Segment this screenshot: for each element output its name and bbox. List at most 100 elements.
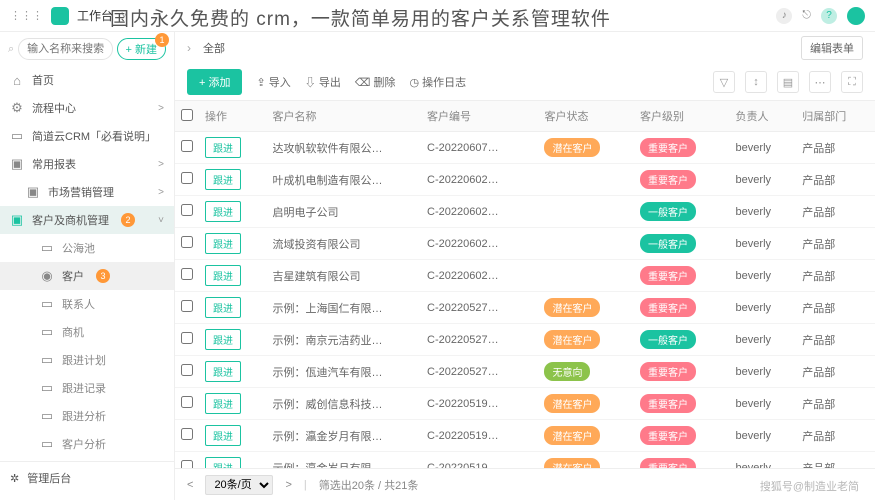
cell-code: C-20220519…: [421, 420, 538, 452]
follow-button[interactable]: 跟进: [205, 201, 241, 222]
cell-dept[interactable]: 产品部: [796, 260, 875, 292]
sidebar-item[interactable]: ⚙流程中心>: [0, 94, 174, 122]
row-checkbox[interactable]: [181, 332, 193, 344]
cell-owner[interactable]: beverly: [730, 420, 797, 452]
sidebar-item[interactable]: ▭商机分析: [0, 458, 174, 461]
bell-icon[interactable]: ♪: [776, 8, 792, 24]
sort-icon[interactable]: ↕: [745, 71, 767, 93]
help-icon[interactable]: ?: [821, 8, 837, 24]
table-row[interactable]: 跟进 叶成机电制造有限公… C-20220602… 重要客户 beverly 产…: [175, 164, 875, 196]
cell-dept[interactable]: 产品部: [796, 132, 875, 164]
delete-button[interactable]: ⌫ 删除: [355, 74, 396, 90]
fullscreen-icon[interactable]: ⛶: [841, 71, 863, 93]
follow-button[interactable]: 跟进: [205, 425, 241, 446]
edit-form-button[interactable]: 编辑表单: [801, 36, 863, 60]
table-row[interactable]: 跟进 吉星建筑有限公司 C-20220602… 重要客户 beverly 产品部: [175, 260, 875, 292]
row-checkbox[interactable]: [181, 300, 193, 312]
cell-dept[interactable]: 产品部: [796, 388, 875, 420]
log-button[interactable]: ◷ 操作日志: [409, 74, 466, 90]
link-icon[interactable]: ⎋: [802, 9, 811, 22]
sidebar-search-input[interactable]: [18, 38, 112, 60]
cell-code: C-20220602…: [421, 196, 538, 228]
cell-owner[interactable]: beverly: [730, 292, 797, 324]
cell-owner[interactable]: beverly: [730, 132, 797, 164]
sidebar-item[interactable]: ▭联系人: [0, 290, 174, 318]
follow-button[interactable]: 跟进: [205, 457, 241, 468]
row-checkbox[interactable]: [181, 364, 193, 376]
cell-dept[interactable]: 产品部: [796, 196, 875, 228]
add-button[interactable]: + 添加: [187, 69, 242, 95]
new-button[interactable]: + 新建 1: [117, 38, 166, 60]
sidebar-item[interactable]: ▭简道云CRM「必看说明」: [0, 122, 174, 150]
sidebar-item[interactable]: ▭跟进分析: [0, 402, 174, 430]
follow-button[interactable]: 跟进: [205, 137, 241, 158]
follow-button[interactable]: 跟进: [205, 329, 241, 350]
cell-dept[interactable]: 产品部: [796, 164, 875, 196]
sidebar-item[interactable]: ▭公海池: [0, 234, 174, 262]
row-checkbox[interactable]: [181, 428, 193, 440]
pager-prev[interactable]: <: [187, 479, 193, 491]
table-row[interactable]: 跟进 示例：佤迪汽车有限… C-20220527… 无意向 重要客户 bever…: [175, 356, 875, 388]
folder-icon: ▭: [40, 437, 54, 451]
table-row[interactable]: 跟进 示例：南京元洁药业… C-20220527… 潜在客户 一般客户 beve…: [175, 324, 875, 356]
table-row[interactable]: 跟进 示例：威创信息科技… C-20220519… 潜在客户 重要客户 beve…: [175, 388, 875, 420]
sidebar-item[interactable]: ▣常用报表>: [0, 150, 174, 178]
follow-button[interactable]: 跟进: [205, 297, 241, 318]
apps-icon[interactable]: ⋮⋮⋮: [10, 9, 43, 22]
import-button[interactable]: ⇪ 导入: [256, 74, 290, 90]
table-row[interactable]: 跟进 示例：瀛金岁月有限… C-20220519… 潜在客户 重要客户 beve…: [175, 452, 875, 469]
workspace-label[interactable]: 工作台: [77, 7, 113, 24]
sidebar-item[interactable]: ▣市场营销管理>: [0, 178, 174, 206]
cell-dept[interactable]: 产品部: [796, 356, 875, 388]
cell-status: 潜在客户: [538, 324, 634, 356]
sidebar-item[interactable]: ▭商机: [0, 318, 174, 346]
cell-owner[interactable]: beverly: [730, 324, 797, 356]
sidebar-item[interactable]: ▭跟进计划: [0, 346, 174, 374]
tab-all[interactable]: 全部: [203, 40, 225, 56]
cell-dept[interactable]: 产品部: [796, 228, 875, 260]
follow-button[interactable]: 跟进: [205, 361, 241, 382]
columns-icon[interactable]: ▤: [777, 71, 799, 93]
row-checkbox[interactable]: [181, 172, 193, 184]
cell-dept[interactable]: 产品部: [796, 292, 875, 324]
select-all-checkbox[interactable]: [181, 109, 193, 121]
pager-next[interactable]: >: [285, 479, 291, 491]
more-icon[interactable]: ⋯: [809, 71, 831, 93]
follow-button[interactable]: 跟进: [205, 233, 241, 254]
filter-icon[interactable]: ▽: [713, 71, 735, 93]
row-checkbox[interactable]: [181, 460, 193, 468]
row-checkbox[interactable]: [181, 396, 193, 408]
export-button[interactable]: ⇩ 导出: [305, 74, 341, 90]
sidebar-item[interactable]: ▭客户分析: [0, 430, 174, 458]
avatar[interactable]: [847, 7, 865, 25]
row-checkbox[interactable]: [181, 140, 193, 152]
cell-owner[interactable]: beverly: [730, 228, 797, 260]
cell-owner[interactable]: beverly: [730, 260, 797, 292]
sidebar-item[interactable]: ◉客户3: [0, 262, 174, 290]
cell-owner[interactable]: beverly: [730, 452, 797, 469]
cell-owner[interactable]: beverly: [730, 164, 797, 196]
row-checkbox[interactable]: [181, 236, 193, 248]
cell-owner[interactable]: beverly: [730, 356, 797, 388]
table-row[interactable]: 跟进 达攻帆软软件有限公… C-20220607… 潜在客户 重要客户 beve…: [175, 132, 875, 164]
cell-dept[interactable]: 产品部: [796, 452, 875, 469]
table-row[interactable]: 跟进 示例：上海国仁有限… C-20220527… 潜在客户 重要客户 beve…: [175, 292, 875, 324]
cell-owner[interactable]: beverly: [730, 388, 797, 420]
page-size-select[interactable]: 20条/页: [205, 475, 273, 495]
table-row[interactable]: 跟进 启明电子公司 C-20220602… 一般客户 beverly 产品部: [175, 196, 875, 228]
follow-button[interactable]: 跟进: [205, 265, 241, 286]
cell-dept[interactable]: 产品部: [796, 324, 875, 356]
row-checkbox[interactable]: [181, 268, 193, 280]
cell-owner[interactable]: beverly: [730, 196, 797, 228]
cell-dept[interactable]: 产品部: [796, 420, 875, 452]
sidebar-item[interactable]: ⌂首页: [0, 66, 174, 94]
follow-button[interactable]: 跟进: [205, 169, 241, 190]
sidebar-footer[interactable]: ✲ 管理后台: [0, 461, 174, 494]
row-checkbox[interactable]: [181, 204, 193, 216]
sidebar-item[interactable]: ▭跟进记录: [0, 374, 174, 402]
chevron-right-icon[interactable]: ›: [187, 41, 191, 55]
sidebar-item[interactable]: ▣客户及商机管理2˅: [0, 206, 174, 234]
table-row[interactable]: 跟进 示例：瀛金岁月有限… C-20220519… 潜在客户 重要客户 beve…: [175, 420, 875, 452]
table-row[interactable]: 跟进 流域投资有限公司 C-20220602… 一般客户 beverly 产品部: [175, 228, 875, 260]
follow-button[interactable]: 跟进: [205, 393, 241, 414]
